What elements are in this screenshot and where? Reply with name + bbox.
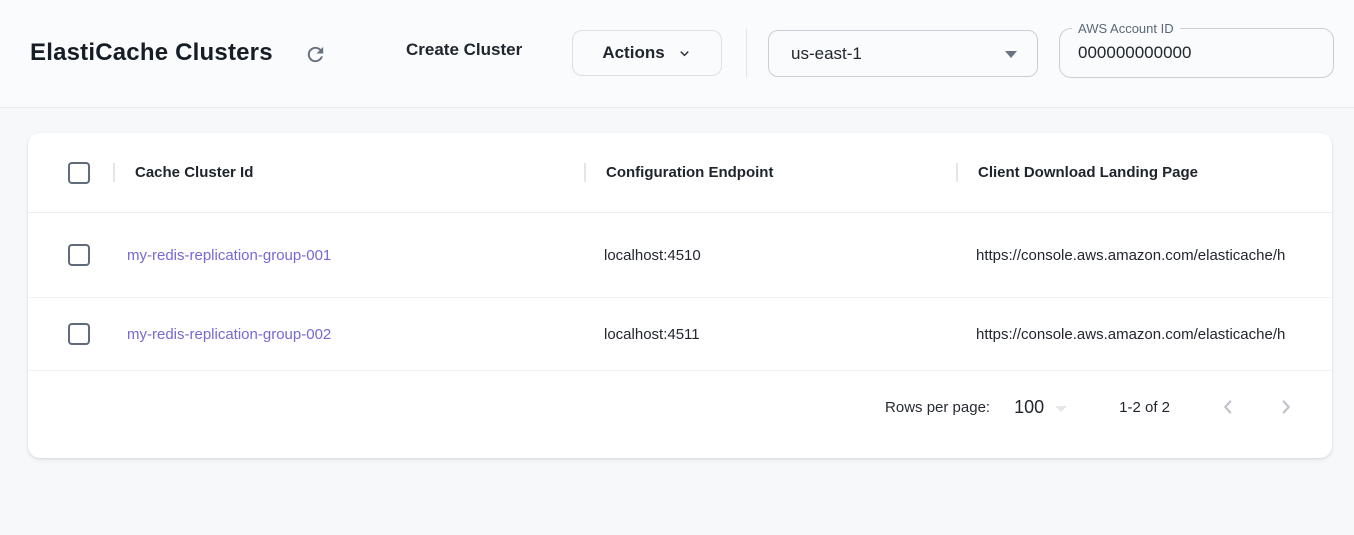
row-checkbox-cell [28,244,113,266]
column-separator [113,163,115,182]
toolbar-divider [746,29,747,77]
row-checkbox[interactable] [68,244,90,266]
endpoint-cell: localhost:4511 [584,326,956,343]
rows-per-page-value: 100 [1014,397,1044,418]
chevron-left-icon [1217,396,1239,418]
refresh-button[interactable] [302,41,328,67]
rows-per-page-label: Rows per page: [885,399,990,416]
aws-account-id-label: AWS Account ID [1072,21,1180,36]
column-header-landing-page: Client Download Landing Page [956,163,1332,182]
rows-per-page-arrow-icon [1055,406,1067,412]
table-header-row: Cache Cluster Id Configuration Endpoint … [28,133,1332,213]
landing-page-cell: https://console.aws.amazon.com/elasticac… [956,326,1332,343]
aws-account-id-input[interactable] [1060,29,1333,77]
cluster-id-cell: my-redis-replication-group-002 [113,326,584,343]
aws-account-id-field: AWS Account ID [1059,28,1334,78]
column-header-label: Cache Cluster Id [135,164,253,181]
region-select[interactable]: us-east-1 [768,30,1038,77]
refresh-icon [304,43,327,66]
column-header-label: Client Download Landing Page [978,164,1198,181]
chevron-right-icon [1275,396,1297,418]
pagination-range-label: 1-2 of 2 [1119,399,1170,416]
pagination-bar: Rows per page: 100 1-2 of 2 [28,371,1332,443]
column-header-cluster-id: Cache Cluster Id [113,163,584,182]
landing-page-cell: https://console.aws.amazon.com/elasticac… [956,247,1332,264]
actions-button[interactable]: Actions [572,30,722,76]
actions-button-label: Actions [602,43,664,63]
page-title: ElastiCache Clusters [30,39,273,67]
select-all-cell [28,162,113,184]
column-header-endpoint: Configuration Endpoint [584,163,956,182]
row-checkbox-cell [28,323,113,345]
previous-page-button[interactable] [1208,387,1248,427]
endpoint-cell: localhost:4510 [584,247,956,264]
select-all-checkbox[interactable] [68,162,90,184]
clusters-table-card: Cache Cluster Id Configuration Endpoint … [28,133,1332,458]
next-page-button[interactable] [1266,387,1306,427]
rows-per-page-select[interactable]: 100 [1014,397,1067,418]
cluster-id-link[interactable]: my-redis-replication-group-002 [127,326,331,343]
column-header-label: Configuration Endpoint [606,164,773,181]
table-row: my-redis-replication-group-002 localhost… [28,298,1332,371]
cluster-id-link[interactable]: my-redis-replication-group-001 [127,247,331,264]
region-select-value: us-east-1 [769,44,862,64]
chevron-down-icon [677,46,692,61]
row-checkbox[interactable] [68,323,90,345]
table-row: my-redis-replication-group-001 localhost… [28,213,1332,298]
create-cluster-button[interactable]: Create Cluster [406,40,522,60]
column-separator [956,163,958,182]
top-toolbar: ElastiCache Clusters Create Cluster Acti… [0,0,1354,108]
cluster-id-cell: my-redis-replication-group-001 [113,247,584,264]
column-separator [584,163,586,182]
dropdown-arrow-icon [1005,51,1017,58]
